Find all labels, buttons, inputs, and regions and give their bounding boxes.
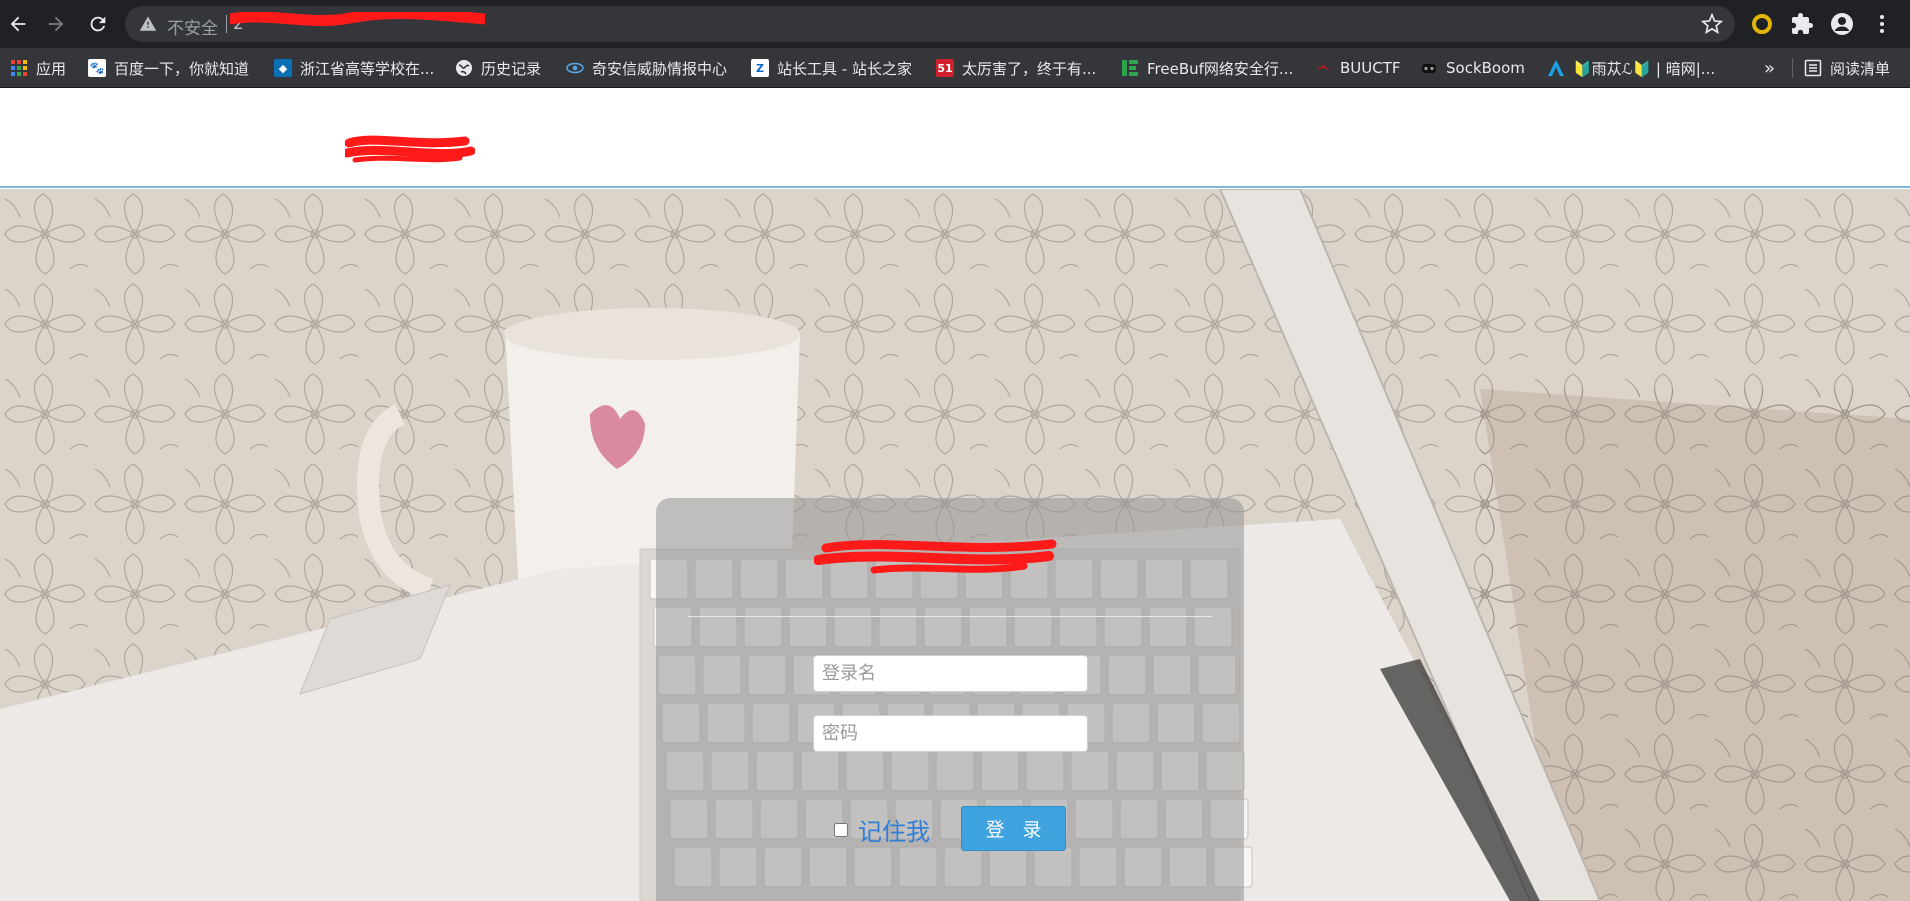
bookmark-label: 太厉害了，终于有... [962,59,1097,78]
chinaz-icon: Z [751,59,769,77]
login-button[interactable]: 登 录 [961,806,1066,851]
bookmark-yucong[interactable]: 🔰雨苁ℒ🔰 | 暗网|... [1547,56,1715,80]
sockboom-icon [1422,64,1436,73]
bookmarks-bar: 应用 🐾 百度一下，你就知道 ◆ 浙江省高等学校在... 历史记录 奇安信威胁情… [0,48,1910,88]
browser-toolbar: 不安全 2 [0,0,1910,48]
zj-school-icon: ◆ [274,59,292,77]
bookmark-51cto[interactable]: 51 太厉害了，终于有... [936,56,1096,80]
password-input[interactable] [813,715,1088,752]
security-indicator[interactable]: 不安全 [167,14,218,39]
back-button[interactable] [2,8,34,40]
chevron-double-right-icon: » [1764,57,1776,79]
profile-avatar-icon[interactable] [1830,12,1854,36]
bookmark-qianxin[interactable]: 奇安信威胁情报中心 [566,56,727,80]
bookmark-apps[interactable]: 应用 [10,56,66,80]
bookmark-star-icon[interactable] [1701,13,1723,35]
warning-triangle-icon [139,16,157,31]
bookmark-label: 站长工具 - 站长之家 [777,59,912,78]
qianxin-eye-icon [566,62,584,74]
url-redaction-scribble [230,12,485,26]
remember-me[interactable]: 记住我 [834,812,930,847]
web-page: 记住我 登 录 [0,88,1910,901]
bookmark-label: 🔰雨苁ℒ🔰 | 暗网|... [1573,59,1716,78]
login-panel: 记住我 登 录 [656,498,1244,901]
bookmark-freebuf[interactable]: FreeBuf网络安全行... [1121,56,1293,80]
site-header [0,88,1910,188]
bookmark-label: 浙江省高等学校在... [300,59,435,78]
logo-redaction-scribble [345,135,475,163]
kebab-menu-icon[interactable] [1870,12,1894,36]
reading-list-label: 阅读清单 [1830,59,1891,78]
bookmark-history[interactable]: 历史记录 [455,56,541,80]
reading-list-icon [1804,59,1822,77]
hero-background: 记住我 登 录 [0,189,1910,901]
apps-grid-icon [11,60,27,76]
bookmarks-overflow-button[interactable]: » [1764,56,1775,80]
reading-list-button[interactable]: 阅读清单 [1804,56,1890,80]
reload-button[interactable] [82,8,114,40]
arrow-left-icon [10,16,26,32]
bookmark-sockboom[interactable]: SockBoom [1420,56,1525,80]
bookmarks-divider [1792,58,1793,78]
bookmark-label: 历史记录 [481,59,542,78]
buuctf-icon [1316,65,1330,70]
yucong-icon [1548,60,1564,76]
51-icon: 51 [936,59,954,77]
bookmark-label: 奇安信威胁情报中心 [592,59,728,78]
bookmark-chinaz[interactable]: Z 站长工具 - 站长之家 [751,56,912,80]
forward-button[interactable] [40,8,72,40]
bookmark-zj-school[interactable]: ◆ 浙江省高等学校在... [274,56,434,80]
freebuf-icon [1122,60,1138,76]
extensions-puzzle-icon[interactable] [1790,12,1814,36]
bookmark-label: BUUCTF [1340,59,1401,77]
bookmark-buuctf[interactable]: BUUCTF [1314,56,1401,80]
reload-icon [90,16,106,32]
address-separator [226,15,227,33]
username-input[interactable] [813,655,1088,692]
bookmark-label: 应用 [36,59,67,78]
remember-me-label[interactable]: 记住我 [858,812,930,847]
bookmark-label: SockBoom [1446,59,1525,77]
panel-title-redaction-scribble [814,539,1057,574]
remember-me-checkbox[interactable] [834,822,848,837]
bookmark-label: 百度一下，你就知道 [114,59,250,78]
bookmark-baidu[interactable]: 🐾 百度一下，你就知道 [88,56,249,80]
arrow-right-icon [48,16,64,32]
globe-icon [456,60,472,76]
panel-divider [688,616,1212,617]
extension-ring-icon[interactable] [1750,12,1774,36]
baidu-icon: 🐾 [88,59,106,77]
bookmark-label: FreeBuf网络安全行... [1147,59,1294,78]
